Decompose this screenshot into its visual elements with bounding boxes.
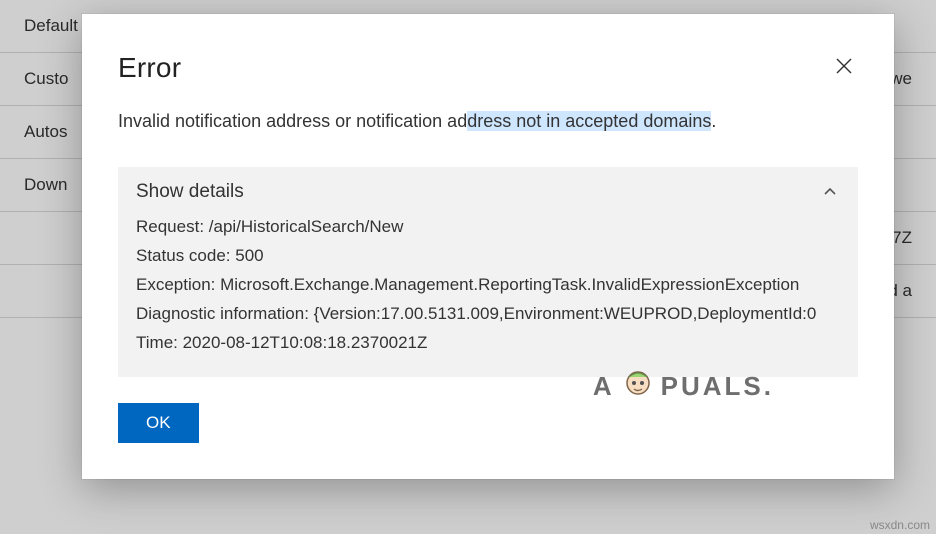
chevron-up-icon bbox=[820, 182, 840, 202]
detail-diagnostic: Diagnostic information: {Version:17.00.5… bbox=[136, 300, 840, 329]
close-icon bbox=[835, 57, 853, 75]
detail-request: Request: /api/HistoricalSearch/New bbox=[136, 213, 840, 242]
details-panel: Show details Request: /api/HistoricalSea… bbox=[118, 167, 858, 377]
ok-button[interactable]: OK bbox=[118, 403, 199, 443]
msg-highlight: dress not in accepted domains bbox=[467, 111, 711, 131]
msg-prefix: Invalid notification address or notifica… bbox=[118, 111, 467, 131]
details-toggle[interactable]: Show details bbox=[136, 181, 840, 203]
source-mark: wsxdn.com bbox=[870, 518, 930, 532]
error-dialog: Error Invalid notification address or no… bbox=[82, 14, 894, 479]
dialog-title: Error bbox=[118, 52, 181, 84]
dialog-header: Error bbox=[118, 52, 858, 84]
detail-status: Status code: 500 bbox=[136, 242, 840, 271]
close-button[interactable] bbox=[830, 52, 858, 80]
details-header-label: Show details bbox=[136, 181, 244, 203]
mascot-icon bbox=[619, 367, 657, 405]
watermark: A PUALS. bbox=[593, 367, 774, 405]
msg-suffix: . bbox=[711, 111, 716, 131]
detail-exception: Exception: Microsoft.Exchange.Management… bbox=[136, 271, 840, 300]
dialog-message: Invalid notification address or notifica… bbox=[118, 108, 858, 135]
detail-time: Time: 2020-08-12T10:08:18.2370021Z bbox=[136, 329, 840, 358]
